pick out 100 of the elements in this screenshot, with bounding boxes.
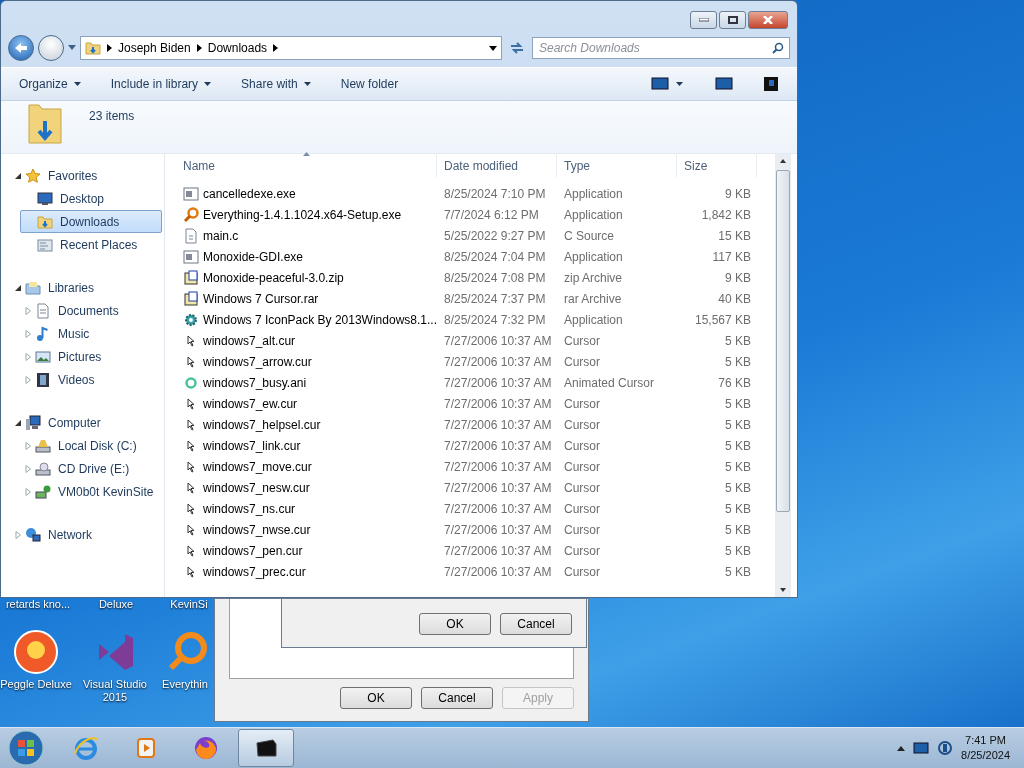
nav-item[interactable]: Recent Places [20, 233, 162, 256]
taskbar-button[interactable] [238, 729, 294, 767]
preview-pane-icon[interactable] [715, 77, 733, 91]
breadcrumb[interactable]: Downloads [207, 41, 268, 55]
nav-item[interactable]: CD Drive (E:) [20, 457, 162, 480]
expanded-arrow-icon[interactable] [14, 283, 22, 292]
document-icon [183, 227, 199, 244]
restore-button[interactable] [719, 11, 746, 29]
nav-item[interactable]: Downloads [20, 210, 162, 233]
type-cell-text: Cursor [563, 417, 601, 432]
file-name[interactable]: Windows 7 Cursor.rar [175, 290, 437, 307]
type-cell-text: Cursor [563, 438, 601, 453]
clock[interactable]: 7:41 PM 8/25/2024 [961, 733, 1010, 763]
desktop-icon-label[interactable]: Visual Studio 2015 [76, 678, 154, 704]
nav-item[interactable]: Libraries [10, 276, 162, 299]
file-name[interactable]: cancelledexe.exe [175, 185, 437, 202]
dialog-button[interactable]: Cancel [421, 687, 493, 709]
file-name[interactable]: windows7_nwse.cur [175, 521, 437, 538]
file-name[interactable]: Windows 7 IconPack By 2013Windows8.1... [175, 311, 437, 328]
type-cell-text: Application [563, 249, 624, 264]
breadcrumb-arrow-icon[interactable] [196, 44, 202, 52]
dialog-button[interactable]: OK [419, 613, 491, 635]
date-cell-text: 7/27/2006 10:37 AM [443, 354, 553, 369]
address-bar[interactable]: Joseph Biden Downloads [80, 36, 502, 60]
file-name[interactable]: Monoxide-GDI.exe [175, 248, 437, 265]
back-button[interactable] [8, 35, 34, 61]
nav-item[interactable]: VM0b0t KevinSite [20, 480, 162, 503]
toolbar-button[interactable]: New folder [340, 77, 399, 91]
date-cell-text: 7/27/2006 10:37 AM [443, 501, 553, 516]
letter-e-icon [72, 734, 100, 762]
program-window-icon [183, 248, 199, 265]
network-icon[interactable] [937, 740, 954, 756]
breadcrumb-arrow-icon[interactable] [273, 44, 279, 52]
breadcrumb-arrow-icon[interactable] [107, 44, 112, 52]
size-cell-text: 5 KB [724, 396, 752, 411]
dialog-button[interactable]: OK [340, 687, 412, 709]
toolbar-button[interactable]: Organize [19, 77, 81, 91]
size-cell-text: 5 KB [724, 501, 752, 516]
caret-icon[interactable] [489, 45, 497, 51]
size-cell-text: 5 KB [724, 417, 752, 432]
magnifier-icon [183, 206, 199, 223]
search-icon[interactable] [772, 42, 784, 54]
desktop-icon-label[interactable]: Peggle Deluxe [0, 678, 72, 691]
file-name[interactable]: windows7_busy.ani [175, 374, 437, 391]
file-name[interactable]: windows7_alt.cur [175, 332, 437, 349]
start-button[interactable] [6, 729, 46, 767]
nav-item[interactable]: Desktop [20, 187, 162, 210]
size-cell-text: 5 KB [724, 438, 752, 453]
item-count: 23 items [89, 109, 135, 123]
type-cell-text: zip Archive [563, 270, 624, 285]
nav-item[interactable]: Videos [20, 368, 162, 391]
file-name[interactable]: windows7_helpsel.cur [175, 416, 437, 433]
file-name[interactable]: windows7_nesw.cur [175, 479, 437, 496]
type-cell-text: Cursor [563, 396, 601, 411]
caret-icon[interactable] [897, 745, 906, 751]
nav-item[interactable]: Local Disk (C:) [20, 434, 162, 457]
nav-item[interactable]: Music [20, 322, 162, 345]
monitor-icon[interactable] [913, 742, 930, 754]
file-name[interactable]: windows7_move.cur [175, 458, 437, 475]
search-field[interactable]: Search Downloads [532, 37, 790, 59]
size-cell-text: 5 KB [724, 564, 752, 579]
gear-icon [183, 311, 199, 328]
file-name[interactable]: Everything-1.4.1.1024.x64-Setup.exe [175, 206, 437, 223]
close-button[interactable] [748, 11, 788, 29]
file-name[interactable]: main.c [175, 227, 437, 244]
file-name[interactable]: windows7_ew.cur [175, 395, 437, 412]
desktop-icon-label: KevinSi [169, 598, 209, 610]
size-cell-text: 5 KB [724, 354, 752, 369]
breadcrumb[interactable]: Joseph Biden [118, 41, 191, 55]
dialog-button[interactable]: Cancel [500, 613, 572, 635]
nav-item[interactable]: Documents [20, 299, 162, 322]
file-name[interactable]: windows7_link.cur [175, 437, 437, 454]
toolbar-button[interactable]: Share with [241, 77, 311, 91]
column-header[interactable]: Date modified [437, 155, 557, 177]
computer-icon [25, 414, 41, 431]
file-name[interactable]: windows7_pen.cur [175, 542, 437, 559]
file-name[interactable]: windows7_ns.cur [175, 500, 437, 517]
size-cell-text: 117 KB [711, 249, 752, 264]
date-cell-text: 8/25/2024 7:10 PM [443, 186, 547, 201]
nav-item[interactable]: Pictures [20, 345, 162, 368]
file-name[interactable]: windows7_arrow.cur [175, 353, 437, 370]
scrollbar[interactable] [775, 154, 791, 597]
column-header[interactable]: Size [677, 155, 757, 177]
column-header[interactable]: Type [557, 155, 677, 177]
toolbar-button[interactable]: Include in library [110, 77, 212, 91]
view-options-icon[interactable] [651, 77, 685, 91]
date-cell-text: 8/25/2024 7:37 PM [443, 291, 547, 306]
expanded-arrow-icon[interactable] [14, 418, 22, 427]
file-name[interactable]: Monoxide-peaceful-3.0.zip [175, 269, 437, 286]
minimize-button[interactable] [690, 11, 717, 29]
type-cell-text: Cursor [563, 564, 601, 579]
nav-item[interactable]: Favorites [10, 164, 162, 187]
expanded-arrow-icon[interactable] [14, 171, 22, 180]
monitor-icon [37, 190, 53, 207]
desktop-icon-label[interactable]: Everythin [162, 678, 208, 691]
forward-button[interactable] [38, 35, 64, 61]
date-cell-text: 5/25/2022 9:27 PM [443, 228, 547, 243]
nav-item[interactable]: Computer [10, 411, 162, 434]
file-name[interactable]: windows7_prec.cur [175, 563, 437, 580]
nav-item[interactable]: Network [10, 523, 162, 546]
